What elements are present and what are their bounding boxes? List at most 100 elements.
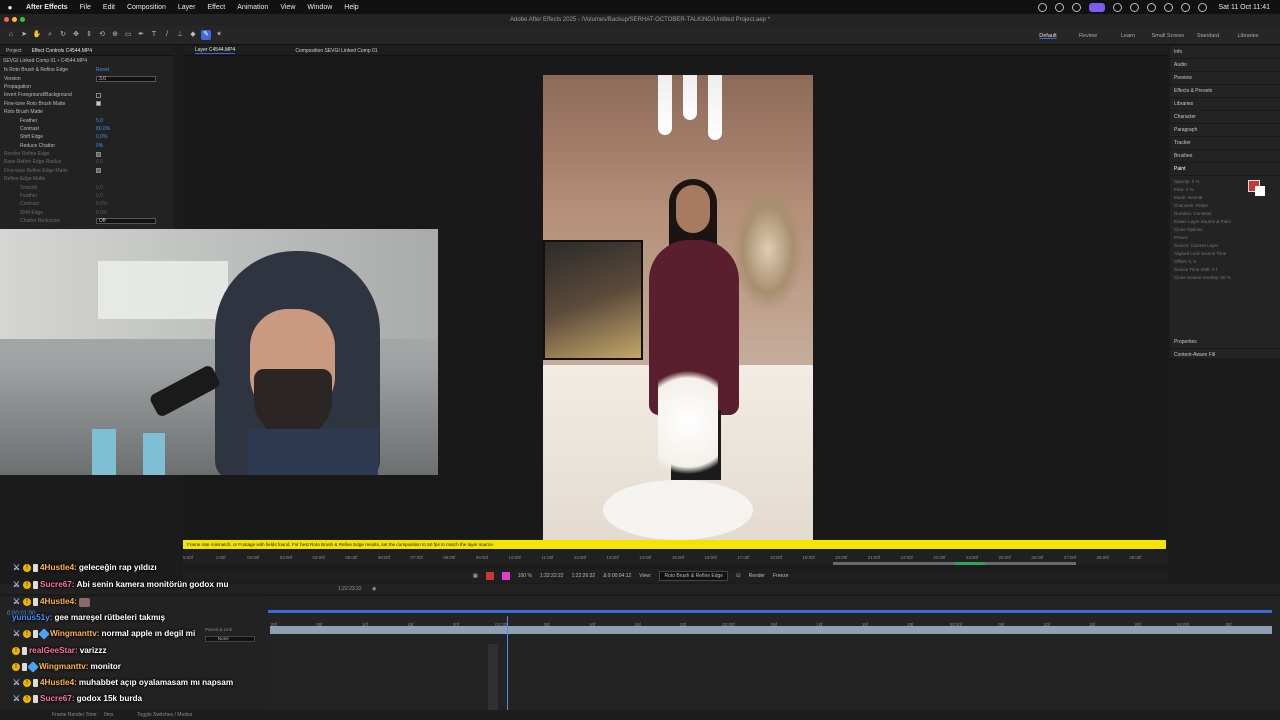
anchor-tool-icon[interactable]: ⊕ [110,30,120,40]
menu-layer[interactable]: Layer [172,4,202,11]
tab-project[interactable]: Project [6,48,22,54]
paint-channels[interactable]: Channels: RGBA [1174,202,1276,210]
chatter-select[interactable]: Off [96,218,156,225]
hand-tool-icon[interactable]: ✋ [32,30,42,40]
tab-composition-viewer[interactable]: Composition SEVGI Linked Comp 01 [295,48,377,54]
effect-row-roto-brush[interactable]: fx Roto Brush & Refine Edge Reset [0,66,174,74]
panel-audio[interactable]: Audio [1170,59,1280,72]
workspace-review[interactable]: Review [1068,33,1108,39]
toggle-transparency-icon[interactable]: ▦ [473,573,478,579]
panel-character[interactable]: Character [1170,111,1280,124]
feather-2-value[interactable]: 0.0 [96,193,103,199]
workspace-libraries[interactable]: Libraries [1228,33,1268,39]
zoom-tool-icon[interactable]: ⌕ [45,30,55,40]
version-select[interactable]: 3.0 [96,75,156,82]
menu-window[interactable]: Window [301,4,338,11]
bluetooth-icon[interactable] [1146,2,1156,12]
video-frame[interactable] [543,75,813,540]
clone-overlay[interactable]: Clone Source Overlay: 50 % [1174,274,1276,282]
panel-properties[interactable]: Properties [1170,336,1280,349]
selection-tool-icon[interactable]: ➤ [19,30,29,40]
invert-checkbox[interactable] [96,92,101,98]
contrast-2-value[interactable]: 0.0% [96,201,107,207]
menu-edit[interactable]: Edit [97,4,121,11]
menu-app-name[interactable]: After Effects [20,4,74,11]
paint-opacity[interactable]: Opacity: 0 % [1174,178,1276,186]
panel-brushes[interactable]: Brushes [1170,150,1280,163]
timeline-work-area[interactable] [268,610,1272,613]
reduce-chatter-value[interactable]: 0% [96,143,103,149]
shift-edge-2-value[interactable]: 0.0% [96,210,107,216]
close-window-icon[interactable] [4,17,9,22]
shift-edge-value[interactable]: 0.0% [96,134,107,140]
panel-paint[interactable]: Paint [1170,163,1280,176]
cast-icon[interactable] [1112,2,1122,12]
layer-duration-bar[interactable] [270,626,1272,634]
panel-effects-presets[interactable]: Effects & Presets [1170,85,1280,98]
menu-clock[interactable]: Sat 11 Oct 11:41 [1219,4,1271,11]
menu-file[interactable]: File [74,4,97,11]
panel-preview[interactable]: Preview [1170,72,1280,85]
boundary-color-swatch[interactable] [501,572,510,580]
zoom-window-icon[interactable] [20,17,25,22]
eraser-tool-icon[interactable]: ◆ [188,30,198,40]
workspace-small-screen[interactable]: Small Screen [1148,33,1188,39]
dolly-tool-icon[interactable]: ⇕ [84,30,94,40]
in-point-time[interactable]: 1:22:22:22 [540,573,564,579]
base-radius-value[interactable]: 0.0 [96,159,103,165]
rectangle-tool-icon[interactable]: ▭ [123,30,133,40]
clone-aligned[interactable]: Aligned Lock Source Time [1174,250,1276,258]
paint-erase[interactable]: Erase: Layer Source & Paint [1174,218,1276,226]
workspace-default[interactable]: Default [1028,33,1068,39]
clone-stamp-tool-icon[interactable]: ⊥ [175,30,185,40]
paint-duration[interactable]: Duration: Constant [1174,210,1276,218]
pen-tool-icon[interactable]: ✒ [136,30,146,40]
panel-libraries[interactable]: Libraries [1170,98,1280,111]
freeze-button[interactable]: Freeze [773,573,789,579]
sync-icon[interactable] [1071,2,1081,12]
zoom-value[interactable]: 100 % [518,573,532,579]
menu-view[interactable]: View [274,4,301,11]
wifi-icon[interactable] [1163,2,1173,12]
clone-time-shift[interactable]: Source Time Shift: 0 f [1174,266,1276,274]
screen-share-icon[interactable] [1088,2,1105,12]
render-checkbox[interactable]: ☑ [736,573,740,579]
search-icon[interactable] [1180,2,1190,12]
viewer-time-ruler[interactable]: 5:00f 1:00f 02:00f 03:00f 04:00f 05:00f 06:00f… [183,551,1168,565]
rotate-tool-icon[interactable]: ⟲ [97,30,107,40]
background-color-swatch[interactable] [1255,186,1265,196]
workspace-standard[interactable]: Standard [1188,33,1228,39]
pan-tool-icon[interactable]: ✥ [71,30,81,40]
record-icon[interactable] [1037,2,1047,12]
view-select[interactable]: Roto Brush & Refine Edge [659,571,729,581]
type-tool-icon[interactable]: T [149,30,159,40]
menu-help[interactable]: Help [338,4,364,11]
menu-animation[interactable]: Animation [231,4,274,11]
contrast-value[interactable]: 80.0% [96,126,110,132]
finetune-roto-checkbox[interactable] [96,101,101,107]
overlay-color-swatch[interactable] [485,572,494,580]
minimize-window-icon[interactable] [12,17,17,22]
orbit-tool-icon[interactable]: ↻ [58,30,68,40]
toggle-switches-modes[interactable]: Toggle Switches / Modes [137,712,192,718]
brush-tool-icon[interactable]: / [162,30,172,40]
tab-effect-controls[interactable]: Effect Controls C4544.MP4 [32,48,93,54]
dropbox-icon[interactable] [1054,2,1064,12]
home-icon[interactable]: ⌂ [6,30,16,40]
camera-icon[interactable]: ◉ [372,586,376,592]
feather-value[interactable]: 5.0 [96,118,103,124]
menu-effect[interactable]: Effect [201,4,231,11]
smooth-value[interactable]: 0.0 [96,185,103,191]
workspace-learn[interactable]: Learn [1108,33,1148,39]
effect-row-refine-matte[interactable]: Refine Edge Matte [0,175,174,183]
control-center-icon[interactable] [1197,2,1207,12]
parent-select[interactable]: None [205,636,255,642]
battery-icon[interactable] [1129,2,1139,12]
playhead[interactable] [507,616,508,710]
current-time-display[interactable]: 1:22:23:22 [338,586,362,592]
panel-info[interactable]: Info [1170,46,1280,59]
clone-source[interactable]: Source: Current Layer [1174,242,1276,250]
menu-composition[interactable]: Composition [121,4,172,11]
effect-row-roto-matte[interactable]: Roto Brush Matte [0,108,174,116]
tab-layer-viewer[interactable]: Layer C4544.MP4 [195,47,236,54]
